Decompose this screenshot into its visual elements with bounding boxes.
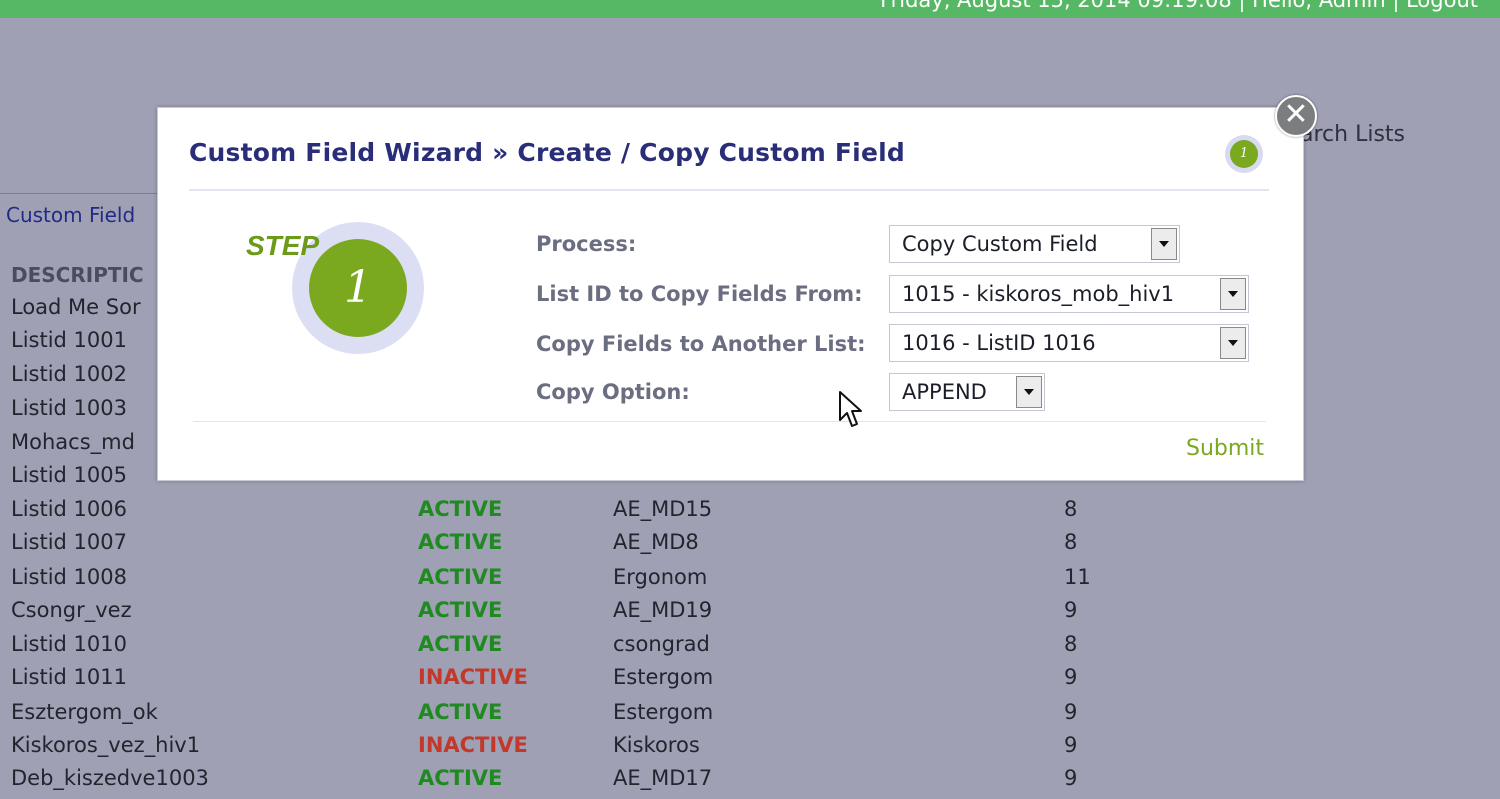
row-name: Deb_kiszedve1003 — [11, 766, 209, 790]
row-count: 9 — [1064, 665, 1078, 689]
row-name: Listid 1010 — [11, 632, 127, 656]
row-count: 8 — [1064, 530, 1078, 554]
row-source: AE_MD17 — [613, 766, 713, 790]
row-name: Mohacs_md — [11, 430, 135, 454]
row-name: Esztergom_ok — [11, 700, 158, 724]
row-status: ACTIVE — [418, 766, 503, 790]
row-count: 8 — [1064, 497, 1078, 521]
list-from-label: List ID to Copy Fields From: — [536, 282, 863, 306]
row-count: 9 — [1064, 700, 1078, 724]
breadcrumb-divider — [0, 193, 160, 194]
step-indicator-number: 1 — [1230, 140, 1258, 168]
chevron-down-icon[interactable] — [1220, 278, 1246, 310]
row-source: Estergom — [613, 665, 714, 689]
title-divider — [189, 189, 1269, 191]
row-status: INACTIVE — [418, 665, 528, 689]
topbar-status-text: Friday, August 15, 2014 09:19:08 | Hello… — [880, 0, 1478, 12]
row-name: Listid 1005 — [11, 463, 127, 487]
list-to-select-value: 1016 - ListID 1016 — [902, 331, 1096, 355]
row-name: Listid 1007 — [11, 530, 127, 554]
copy-option-select[interactable]: APPEND — [889, 373, 1045, 411]
row-source: Kiskoros — [613, 733, 700, 757]
step-indicator-icon: 1 — [1225, 135, 1263, 173]
step-label: STEP — [246, 230, 320, 261]
row-name: Listid 1001 — [11, 328, 127, 352]
chevron-down-icon[interactable] — [1220, 327, 1246, 359]
submit-button[interactable]: Submit — [1186, 436, 1264, 461]
row-status: ACTIVE — [418, 497, 503, 521]
mouse-cursor-icon — [839, 391, 862, 427]
row-source: Ergonom — [613, 565, 708, 589]
list-to-select[interactable]: 1016 - ListID 1016 — [889, 324, 1249, 362]
row-count: 9 — [1064, 766, 1078, 790]
row-name: Csongr_vez — [11, 598, 132, 622]
row-name: Listid 1008 — [11, 565, 127, 589]
process-select-value: Copy Custom Field — [902, 232, 1098, 256]
table-row[interactable]: Listid 1007 ACTIVE AE_MD8 8 — [0, 530, 1200, 563]
chevron-down-icon[interactable] — [1016, 376, 1042, 408]
step-number: 1 — [309, 239, 407, 337]
row-status: ACTIVE — [418, 700, 503, 724]
custom-field-wizard-dialog: Custom Field Wizard » Create / Copy Cust… — [157, 107, 1304, 481]
row-status: ACTIVE — [418, 565, 503, 589]
table-row[interactable]: Deb_kiszedve1003 ACTIVE AE_MD17 9 — [0, 766, 1200, 799]
row-source: csongrad — [613, 632, 710, 656]
dialog-title: Custom Field Wizard » Create / Copy Cust… — [189, 138, 905, 167]
search-lists-link[interactable]: arch Lists — [1300, 122, 1405, 147]
row-source: AE_MD19 — [613, 598, 713, 622]
row-status: ACTIVE — [418, 632, 503, 656]
table-row[interactable]: Esztergom_ok ACTIVE Estergom 9 — [0, 700, 1200, 733]
row-source: AE_MD15 — [613, 497, 713, 521]
top-bar: Friday, August 15, 2014 09:19:08 | Hello… — [0, 0, 1500, 18]
row-status: ACTIVE — [418, 530, 503, 554]
row-name: Listid 1003 — [11, 396, 127, 420]
process-select[interactable]: Copy Custom Field — [889, 225, 1180, 263]
row-status: INACTIVE — [418, 733, 528, 757]
footer-divider — [193, 421, 1266, 422]
close-icon[interactable]: ✕ — [1275, 95, 1317, 137]
row-source: Estergom — [613, 700, 714, 724]
row-name: Load Me Sor — [11, 295, 141, 319]
copy-option-label: Copy Option: — [536, 380, 690, 404]
row-count: 9 — [1064, 598, 1078, 622]
row-name: Listid 1011 — [11, 665, 127, 689]
list-from-select[interactable]: 1015 - kiskoros_mob_hiv1 — [889, 275, 1249, 313]
breadcrumb[interactable]: Custom Field — [6, 203, 135, 227]
table-row[interactable]: Csongr_vez ACTIVE AE_MD19 9 — [0, 598, 1200, 631]
row-count: 11 — [1064, 565, 1091, 589]
table-row[interactable]: Listid 1011 INACTIVE Estergom 9 — [0, 665, 1200, 698]
copy-option-select-value: APPEND — [902, 380, 987, 404]
column-header-description[interactable]: DESCRIPTIC — [11, 263, 144, 287]
row-name: Listid 1006 — [11, 497, 127, 521]
chevron-down-icon[interactable] — [1151, 228, 1177, 260]
table-row[interactable]: Listid 1010 ACTIVE csongrad 8 — [0, 632, 1200, 665]
row-source: AE_MD8 — [613, 530, 699, 554]
row-name: Listid 1002 — [11, 362, 127, 386]
row-count: 9 — [1064, 733, 1078, 757]
row-count: 8 — [1064, 632, 1078, 656]
list-to-label: Copy Fields to Another List: — [536, 332, 866, 356]
table-row[interactable]: Listid 1006 ACTIVE AE_MD15 8 — [0, 497, 1200, 530]
process-label: Process: — [536, 232, 637, 256]
row-name: Kiskoros_vez_hiv1 — [11, 733, 201, 757]
table-row[interactable]: Kiskoros_vez_hiv1 INACTIVE Kiskoros 9 — [0, 733, 1200, 766]
list-from-select-value: 1015 - kiskoros_mob_hiv1 — [902, 282, 1175, 306]
row-status: ACTIVE — [418, 598, 503, 622]
table-row[interactable]: Listid 1008 ACTIVE Ergonom 11 — [0, 565, 1200, 598]
